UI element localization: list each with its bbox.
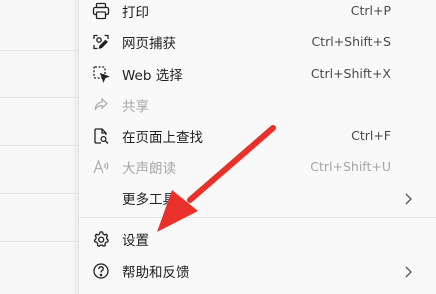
menu-item-label: 帮助和反馈 <box>122 264 190 281</box>
gear-icon <box>92 230 110 248</box>
shortcut-text: Ctrl+Shift+S <box>311 34 391 49</box>
divider <box>0 241 78 242</box>
menu-item-label: 共享 <box>122 98 149 115</box>
menu-item-label: 更多工具 <box>122 191 176 208</box>
screenshot: 打印 Ctrl+P 网页捕获 Ctrl+Shift+S Web 选择 Ctrl+… <box>0 0 436 294</box>
menu-item-read-aloud[interactable]: 大声朗读 Ctrl+Shift+U <box>79 151 436 182</box>
menu-item-more-tools[interactable]: 更多工具 <box>79 182 436 213</box>
menu-item-label: Web 选择 <box>122 67 183 84</box>
help-icon <box>92 262 110 280</box>
printer-icon <box>92 2 110 20</box>
menu-item-settings[interactable]: 设置 <box>79 223 436 254</box>
find-icon <box>92 127 110 145</box>
web-select-icon <box>92 65 110 83</box>
web-capture-icon <box>92 33 110 51</box>
menu-item-print[interactable]: 打印 Ctrl+P <box>79 0 436 26</box>
shortcut-text: Ctrl+F <box>351 128 391 143</box>
divider <box>0 145 78 146</box>
chevron-right-icon <box>403 191 413 205</box>
menu-item-label: 在页面上查找 <box>122 129 203 146</box>
menu-item-web-capture[interactable]: 网页捕获 Ctrl+Shift+S <box>79 26 436 57</box>
divider <box>0 97 78 98</box>
share-icon <box>92 96 110 114</box>
browser-settings-menu: 打印 Ctrl+P 网页捕获 Ctrl+Shift+S Web 选择 Ctrl+… <box>78 0 436 294</box>
menu-item-share[interactable]: 共享 <box>79 89 436 120</box>
menu-item-web-select[interactable]: Web 选择 Ctrl+Shift+X <box>79 58 436 89</box>
chevron-right-icon <box>403 264 413 278</box>
shortcut-text: Ctrl+Shift+U <box>310 159 391 174</box>
divider <box>0 50 78 51</box>
menu-item-help-feedback[interactable]: 帮助和反馈 <box>79 255 436 286</box>
menu-item-label: 大声朗读 <box>122 160 176 177</box>
menu-item-label: 设置 <box>122 232 149 249</box>
shortcut-text: Ctrl+P <box>350 3 391 18</box>
shortcut-text: Ctrl+Shift+X <box>310 66 391 81</box>
divider <box>0 193 78 194</box>
menu-item-label: 打印 <box>122 4 149 21</box>
read-aloud-icon <box>92 158 110 176</box>
menu-item-label: 网页捕获 <box>122 35 176 52</box>
menu-separator <box>79 217 436 218</box>
menu-item-find-on-page[interactable]: 在页面上查找 Ctrl+F <box>79 120 436 151</box>
